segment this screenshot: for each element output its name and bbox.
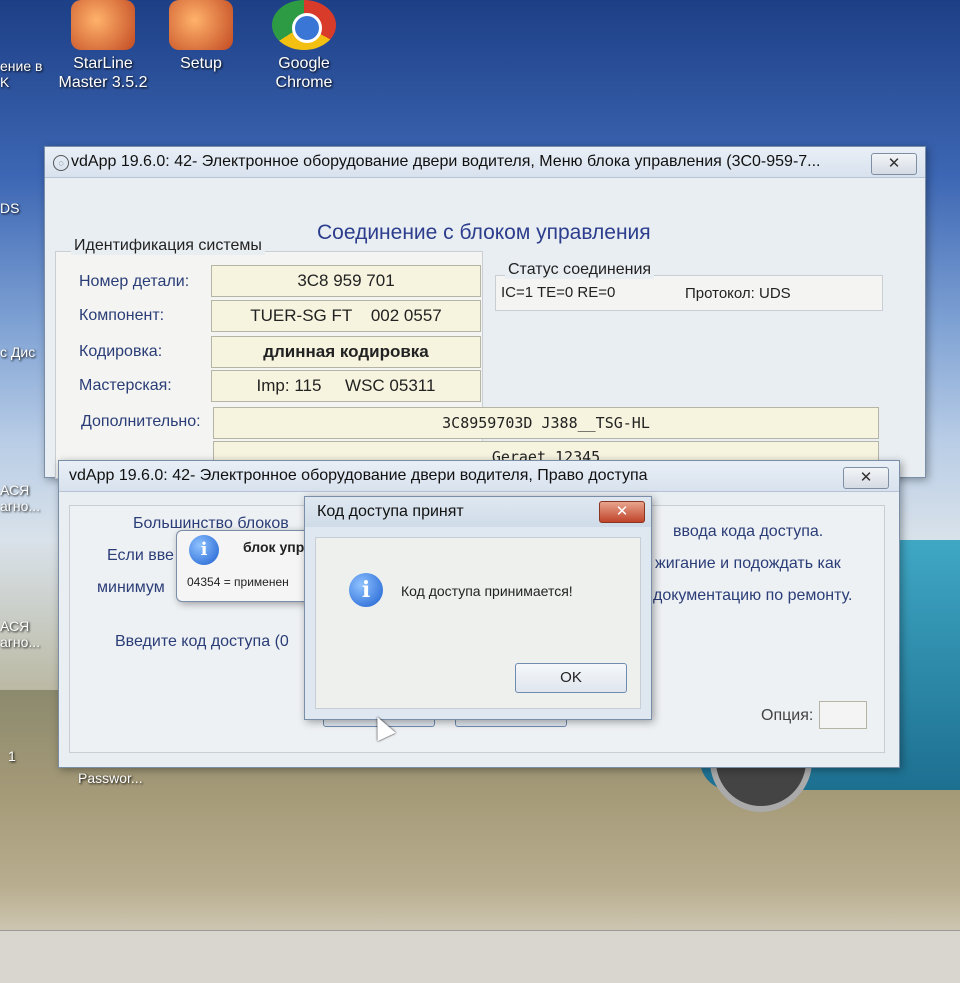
status-group-label: Статус соединения [505, 261, 655, 279]
protocol-text: Протокол: UDS [685, 285, 791, 302]
desktop-icon-chrome[interactable]: Google Chrome [262, 0, 346, 92]
wrench-icon [71, 0, 135, 50]
desktop-icon-setup[interactable]: Setup [166, 0, 236, 73]
dialog-access-accepted: Код доступа принят ✕ i Код доступа прини… [304, 496, 652, 720]
info-line-3-left: минимум [97, 579, 165, 596]
close-icon: ✕ [887, 155, 901, 172]
close-icon: ✕ [615, 503, 629, 520]
coding-label: Кодировка: [79, 343, 163, 360]
desktop-icon-fragment[interactable]: ение в K [0, 58, 44, 90]
desktop-icon-label: Setup [180, 55, 222, 72]
desktop-icon-label: StarLine Master 3.5.2 [58, 55, 148, 91]
page-title: Соединение с блоком управления [317, 221, 651, 244]
dialog-title: Код доступа принят [317, 503, 464, 520]
access-window-titlebar: vdApp 19.6.0: 42- Электронное оборудован… [59, 461, 899, 492]
desktop-icon-label: Google Chrome [275, 55, 333, 91]
part-number-field: 3C8 959 701 [211, 265, 481, 297]
main-window: ◌ vdApp 19.6.0: 42- Электронное оборудов… [44, 146, 926, 479]
coding-field: длинная кодировка [211, 336, 481, 368]
desktop-icon-fragment[interactable]: 1 [8, 748, 52, 764]
desktop-icon-fragment[interactable]: DS [0, 200, 44, 216]
hint-subtext: 04354 = применен [187, 575, 289, 589]
dialog-message: Код доступа принимается! [401, 583, 573, 599]
part-label: Номер детали: [79, 273, 190, 290]
extra-label: Дополнительно: [81, 413, 201, 430]
close-icon: ✕ [859, 469, 873, 486]
hint-title: блок упр [243, 539, 305, 555]
workshop-label: Мастерская: [79, 377, 172, 394]
enter-code-label: Введите код доступа (0 [115, 633, 289, 650]
close-button[interactable]: ✕ [843, 467, 889, 489]
chrome-icon [272, 0, 336, 50]
component-label: Компонент: [79, 307, 165, 324]
ident-group-label: Идентификация системы [71, 237, 265, 255]
extra-field: 3C8959703D J388__TSG-HL [213, 407, 879, 439]
access-window-title: vdApp 19.6.0: 42- Электронное оборудован… [69, 467, 648, 484]
desktop-icon-fragment[interactable]: Passwor... [78, 770, 158, 786]
main-window-title: vdApp 19.6.0: 42- Электронное оборудован… [71, 153, 821, 170]
desktop-icon-fragment[interactable]: АСЯ агно... [0, 482, 44, 514]
info-line-2-left: Если вве [107, 547, 174, 564]
desktop-icon-fragment[interactable]: АСЯ агно... [0, 618, 44, 650]
info-line-1-right: ввода кода доступа. [673, 523, 824, 540]
wrench-icon [169, 0, 233, 50]
desktop-icon-starline[interactable]: StarLine Master 3.5.2 [58, 0, 148, 92]
ok-button[interactable]: OK [515, 663, 627, 693]
option-label: Опция: [761, 707, 814, 724]
info-icon: i [189, 535, 219, 565]
app-icon: ◌ [53, 155, 69, 171]
option-field[interactable] [819, 701, 867, 729]
close-button[interactable]: ✕ [599, 501, 645, 523]
status-text: IC=1 TE=0 RE=0 [501, 284, 616, 301]
desktop-icon-fragment[interactable]: с Дис [0, 344, 44, 360]
hint-popup: i блок упр 04354 = применен [176, 530, 318, 602]
info-line-3-right: документацию по ремонту. [653, 587, 853, 604]
component-field: TUER-SG FT 002 0557 [211, 300, 481, 332]
close-button[interactable]: ✕ [871, 153, 917, 175]
workshop-field: Imp: 115 WSC 05311 [211, 370, 481, 402]
main-window-titlebar: ◌ vdApp 19.6.0: 42- Электронное оборудов… [45, 147, 925, 178]
info-icon: i [349, 573, 383, 607]
taskbar [0, 930, 960, 983]
info-line-2-right: жигание и подождать как [655, 555, 841, 572]
